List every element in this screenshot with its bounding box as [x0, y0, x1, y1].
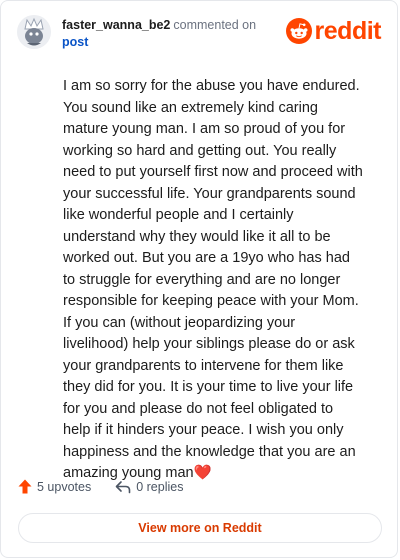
reply-count: 0 replies — [136, 479, 184, 494]
embedded-comment-card: faster_wanna_be2 commented on post reddit… — [0, 0, 398, 558]
upvote-count: 5 upvotes — [37, 479, 92, 494]
reply-arrow-icon — [115, 480, 131, 493]
reddit-logo[interactable]: reddit — [285, 17, 382, 45]
avatar-image — [17, 15, 51, 49]
view-more-button[interactable]: View more on Reddit — [18, 513, 382, 543]
comment-meta: faster_wanna_be2 commented on post — [62, 17, 256, 51]
commented-on-label: commented on — [173, 18, 257, 32]
comment-actions: 5 upvotes 0 replies — [18, 479, 183, 494]
upvote-arrow-icon — [18, 479, 32, 494]
reddit-wordmark: reddit — [314, 17, 382, 45]
comment-header: faster_wanna_be2 commented on post reddit — [17, 15, 382, 55]
reddit-snoo-icon — [285, 18, 312, 44]
reply-action[interactable]: 0 replies — [115, 480, 183, 494]
comment-body: I am so sorry for the abuse you have end… — [63, 78, 363, 481]
username[interactable]: faster_wanna_be2 — [62, 18, 170, 32]
avatar[interactable] — [17, 15, 51, 49]
upvote-action[interactable]: 5 upvotes — [18, 479, 91, 494]
post-link[interactable]: post — [62, 34, 256, 51]
